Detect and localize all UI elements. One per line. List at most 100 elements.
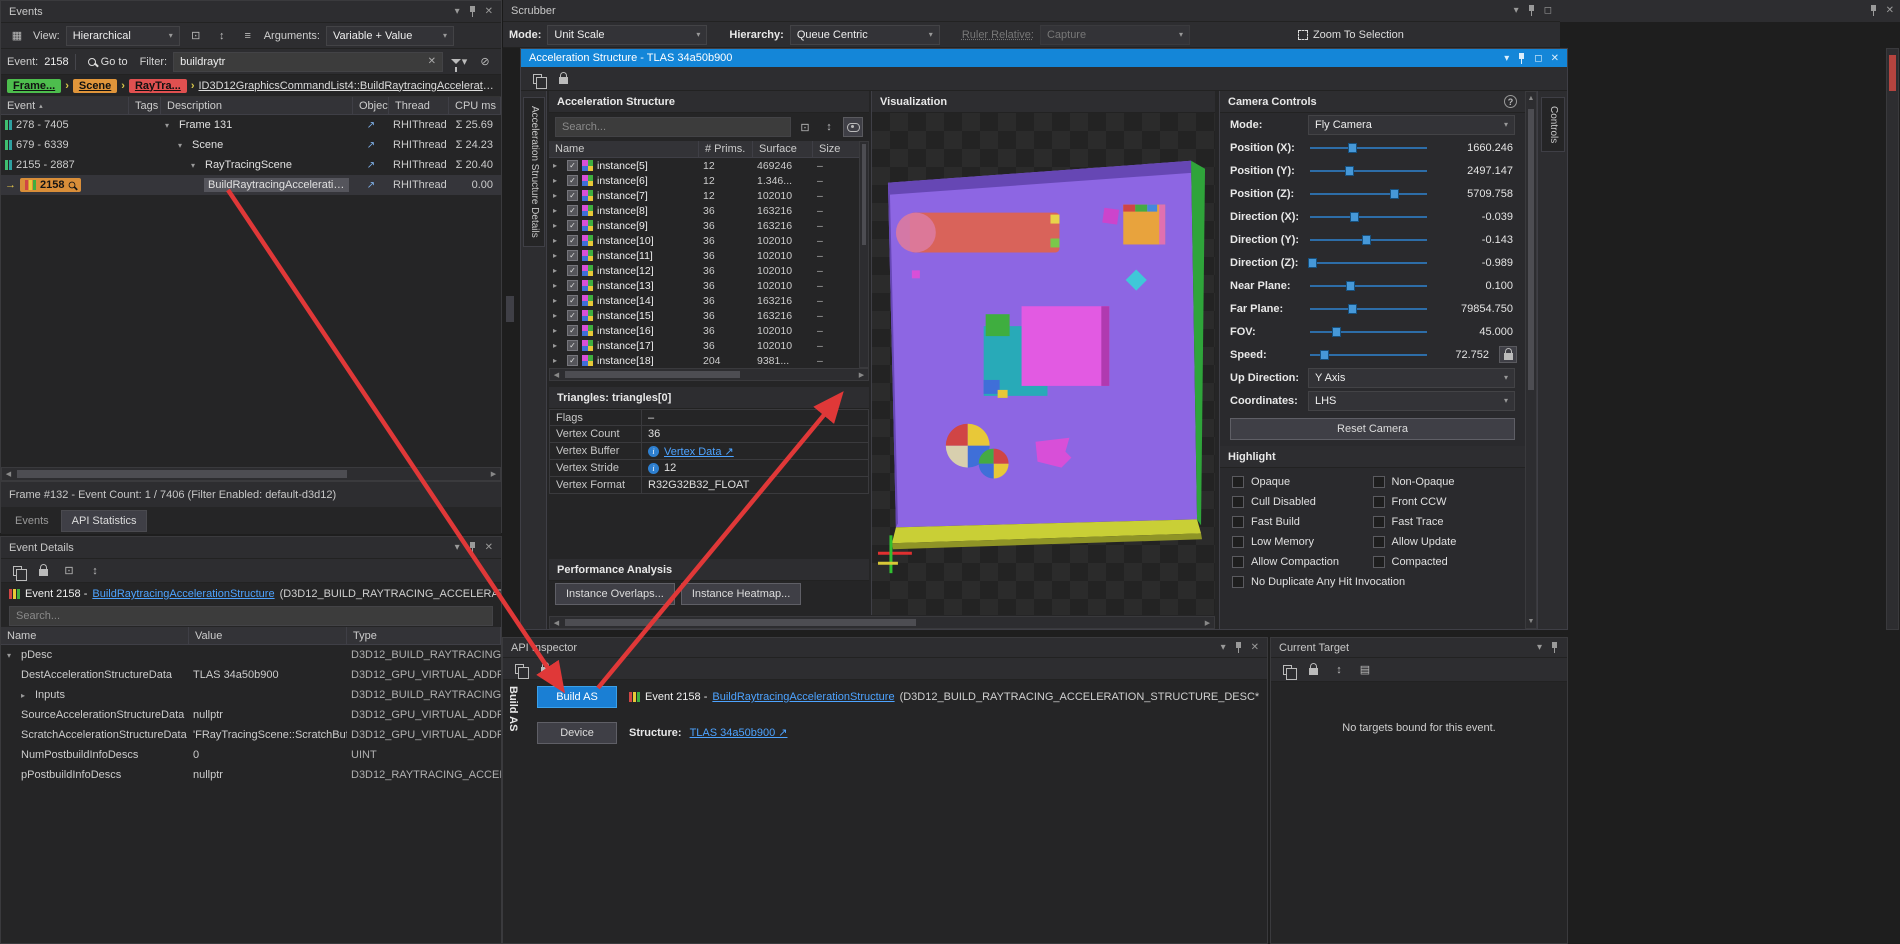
- checkbox-icon[interactable]: ✓: [567, 355, 578, 366]
- expander-icon[interactable]: ▸: [553, 176, 563, 185]
- direction-x-slider[interactable]: [1310, 212, 1427, 222]
- slider-handle[interactable]: [1320, 350, 1330, 360]
- breadcrumb-link[interactable]: ID3D12GraphicsCommandList4::BuildRaytrac…: [198, 80, 495, 92]
- view-select[interactable]: Hierarchical ▾: [65, 25, 180, 46]
- center-boxes-instance[interactable]: [983, 306, 1110, 398]
- checkbox-icon[interactable]: ✓: [567, 250, 578, 261]
- expander-icon[interactable]: ▸: [553, 251, 563, 260]
- object-link-icon[interactable]: ↗: [367, 180, 375, 191]
- panel-menu-icon[interactable]: ▾: [455, 542, 460, 553]
- position-y-slider[interactable]: [1310, 166, 1427, 176]
- checkbox-icon[interactable]: ✓: [567, 190, 578, 201]
- options-icon[interactable]: ≡: [238, 26, 258, 46]
- pin-icon[interactable]: [1550, 642, 1559, 653]
- pin-icon[interactable]: [1869, 5, 1878, 16]
- pin-icon[interactable]: [1517, 52, 1526, 64]
- pin-icon[interactable]: [1234, 642, 1243, 653]
- checkbox-icon[interactable]: ✓: [567, 220, 578, 231]
- goto-button[interactable]: Go to: [82, 52, 134, 72]
- expander-icon[interactable]: ▾: [178, 141, 188, 150]
- detail-row[interactable]: NumPostbuildInfoDescs 0 UINT: [1, 745, 501, 765]
- event-number[interactable]: 2158: [44, 56, 68, 68]
- close-icon[interactable]: ✕: [1251, 642, 1259, 653]
- column-header-surface[interactable]: Surface: [753, 141, 813, 157]
- object-link-icon[interactable]: ↗: [367, 140, 375, 151]
- export-icon[interactable]: ▤: [1355, 660, 1375, 680]
- column-header-name[interactable]: Name: [549, 141, 699, 157]
- checkbox-icon[interactable]: ✓: [567, 325, 578, 336]
- column-header-object[interactable]: Object: [353, 97, 389, 114]
- expander-icon[interactable]: ▸: [553, 236, 563, 245]
- checkbox-icon[interactable]: ✓: [567, 160, 578, 171]
- slider-handle[interactable]: [1348, 143, 1358, 153]
- float-icon[interactable]: ◻: [1544, 5, 1552, 16]
- splitter-handle[interactable]: [506, 296, 514, 322]
- expander-icon[interactable]: ▸: [553, 311, 563, 320]
- visualization-viewport[interactable]: [872, 113, 1215, 615]
- event-row[interactable]: 278 - 7405 ▾ Frame 131 ↗ RHIThread Σ 25.69: [1, 115, 501, 135]
- help-icon[interactable]: ?: [1504, 95, 1517, 108]
- expander-icon[interactable]: ▸: [553, 341, 563, 350]
- tab-events[interactable]: Events: [5, 511, 59, 531]
- right-vertical-scrollbar[interactable]: [1886, 48, 1899, 630]
- column-header-value[interactable]: Value: [189, 627, 347, 644]
- panel-menu-icon[interactable]: ▾: [455, 6, 460, 17]
- panel-menu-icon[interactable]: ▾: [1514, 5, 1519, 16]
- window-vertical-scrollbar[interactable]: ▲ ▼: [1525, 91, 1537, 629]
- detail-row[interactable]: SourceAccelerationStructureData nullptr D3…: [1, 705, 501, 725]
- scrollbar-thumb[interactable]: [565, 619, 916, 626]
- detail-row[interactable]: DestAccelerationStructureData TLAS 34a50b…: [1, 665, 501, 685]
- slider-handle[interactable]: [1331, 327, 1341, 337]
- structure-horizontal-scrollbar[interactable]: ◀ ▶: [549, 368, 869, 381]
- scroll-down-icon[interactable]: ▼: [1526, 615, 1536, 628]
- expander-icon[interactable]: ▸: [553, 356, 563, 365]
- instance-row[interactable]: ▸ ✓ instance[7] 12 102010 –: [549, 188, 859, 203]
- orange-box-instance[interactable]: [1123, 204, 1166, 245]
- scrollbar-thumb[interactable]: [862, 144, 866, 246]
- expander-icon[interactable]: ▸: [553, 266, 563, 275]
- structure-vertical-scrollbar[interactable]: [859, 141, 869, 368]
- scrollbar-thumb[interactable]: [17, 470, 348, 478]
- object-link-icon[interactable]: ↗: [367, 120, 375, 131]
- filter-menu-icon[interactable]: ▾: [449, 52, 469, 72]
- lock-icon[interactable]: [535, 659, 555, 679]
- speed-slider[interactable]: [1310, 350, 1427, 360]
- pin-icon[interactable]: [468, 6, 477, 17]
- instance-row[interactable]: ▸ ✓ instance[18] 204 9381... –: [549, 353, 859, 368]
- ruler-select[interactable]: Capture ▾: [1039, 24, 1190, 45]
- expander-icon[interactable]: ▸: [21, 691, 31, 700]
- visibility-eye-icon[interactable]: [843, 117, 863, 137]
- highlight-checkbox-compacted[interactable]: ✓ Compacted: [1372, 556, 1514, 568]
- column-header-cpu-ms[interactable]: CPU ms: [449, 97, 501, 114]
- reset-camera-button[interactable]: Reset Camera: [1230, 418, 1515, 440]
- slider-handle[interactable]: [1350, 212, 1360, 222]
- event-row[interactable]: 2155 - 2887 ▾ RayTracingScene ↗ RHIThread Σ 2…: [1, 155, 501, 175]
- expander-icon[interactable]: ▸: [553, 191, 563, 200]
- highlight-checkbox-fast-build[interactable]: ✓ Fast Build: [1232, 516, 1373, 528]
- instance-row[interactable]: ▸ ✓ instance[16] 36 102010 –: [549, 323, 859, 338]
- column-header-thread[interactable]: Thread: [389, 97, 449, 114]
- expand-collapse-icon[interactable]: ↕: [819, 117, 839, 137]
- coordinates-select[interactable]: LHS ▾: [1308, 390, 1515, 411]
- arguments-select[interactable]: Variable + Value ▾: [325, 25, 454, 46]
- breadcrumb-item-raytra[interactable]: RayTra...: [128, 78, 187, 93]
- highlight-checkbox-allow-update[interactable]: ✓ Allow Update: [1372, 536, 1514, 548]
- highlight-checkbox-fast-trace[interactable]: ✓ Fast Trace: [1372, 516, 1514, 528]
- copy-icon[interactable]: [1277, 660, 1297, 680]
- scrollbar-thumb[interactable]: [1528, 109, 1534, 390]
- tab-acceleration-structure-details[interactable]: Acceleration Structure Details: [523, 97, 545, 247]
- instance-row[interactable]: ▸ ✓ instance[14] 36 163216 –: [549, 293, 859, 308]
- event-row[interactable]: 679 - 6339 ▾ Scene ↗ RHIThread Σ 24.23: [1, 135, 501, 155]
- expander-icon[interactable]: ▸: [553, 161, 563, 170]
- instance-row[interactable]: ▸ ✓ instance[13] 36 102010 –: [549, 278, 859, 293]
- disable-filter-icon[interactable]: ⊘: [475, 52, 495, 72]
- highlight-checkbox-front-ccw[interactable]: ✓ Front CCW: [1372, 496, 1514, 508]
- lock-icon[interactable]: [33, 561, 53, 581]
- scroll-left-icon[interactable]: ◀: [550, 617, 563, 628]
- position-z-slider[interactable]: [1310, 189, 1427, 199]
- scroll-right-icon[interactable]: ▶: [855, 369, 868, 380]
- vertex-data-link[interactable]: Vertex Data ↗: [664, 445, 734, 458]
- maximize-icon[interactable]: ◻: [1534, 53, 1542, 64]
- direction-z-slider[interactable]: [1308, 258, 1427, 268]
- 3d-scene[interactable]: [872, 113, 1215, 615]
